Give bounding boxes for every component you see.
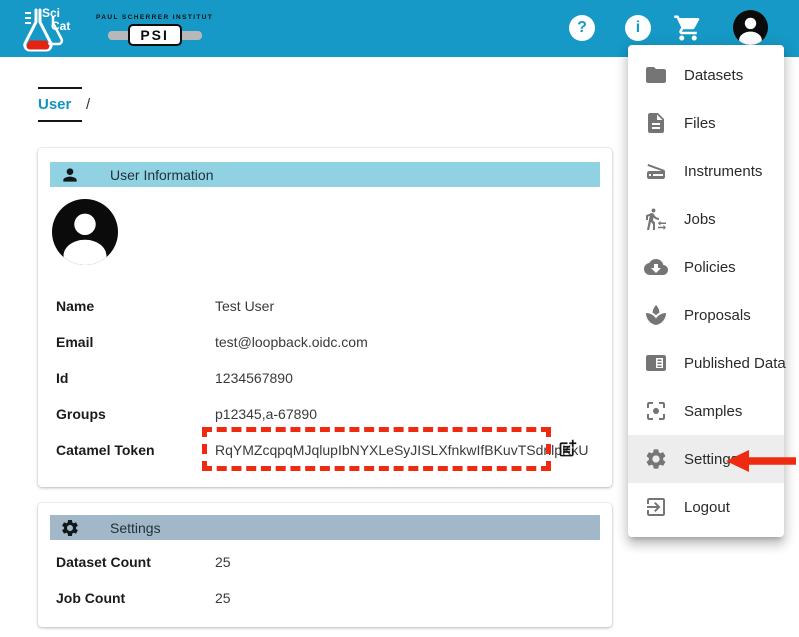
menu-item-label: Jobs xyxy=(684,211,716,228)
gear-icon xyxy=(644,447,668,471)
settings-card-header: Settings xyxy=(50,515,600,540)
breadcrumb-separator: / xyxy=(86,96,90,113)
menu-item-proposals[interactable]: Proposals xyxy=(628,291,784,339)
person-icon xyxy=(60,165,80,185)
menu-item-instruments[interactable]: Instruments xyxy=(628,147,784,195)
menu-item-label: Logout xyxy=(684,499,730,516)
scicat-user-page: Sci Cat PAUL SCHERRER INSTITUT PSI ? i xyxy=(0,0,799,637)
field-row-name: Name Test User xyxy=(38,288,612,324)
field-label: Email xyxy=(56,334,215,350)
field-value: p12345,a-67890 xyxy=(215,406,317,422)
menu-item-label: Published Data xyxy=(684,355,786,372)
breadcrumb-user-link[interactable]: User xyxy=(38,87,82,122)
info-icon[interactable]: i xyxy=(625,15,651,41)
scanner-icon xyxy=(644,159,668,183)
field-row-groups: Groups p12345,a-67890 xyxy=(38,396,612,432)
menu-item-datasets[interactable]: Datasets xyxy=(628,51,784,99)
menu-item-published-data[interactable]: Published Data xyxy=(628,339,784,387)
field-value: 25 xyxy=(215,590,231,606)
field-label: Job Count xyxy=(56,590,215,606)
field-row-email: Email test@loopback.oidc.com xyxy=(38,324,612,360)
menu-item-settings[interactable]: Settings xyxy=(628,435,784,483)
logout-icon xyxy=(644,495,668,519)
menu-item-files[interactable]: Files xyxy=(628,99,784,147)
copy-token-icon[interactable] xyxy=(557,438,578,459)
field-row-dataset-count: Dataset Count 25 xyxy=(38,544,612,580)
field-value: Test User xyxy=(215,298,274,314)
settings-card: Settings Dataset Count 25 Job Count 25 xyxy=(38,503,612,627)
field-value: 1234567890 xyxy=(215,370,293,386)
scicat-logo-icon[interactable]: Sci Cat xyxy=(10,4,80,54)
menu-item-logout[interactable]: Logout xyxy=(628,483,784,531)
user-information-card: User Information Name Test User Email te… xyxy=(38,148,612,487)
field-label: Name xyxy=(56,298,215,314)
menu-item-policies[interactable]: Policies xyxy=(628,243,784,291)
psi-logo[interactable]: PAUL SCHERRER INSTITUT PSI xyxy=(96,14,213,46)
published-data-icon xyxy=(644,351,668,375)
menu-item-label: Policies xyxy=(684,259,736,276)
field-row-job-count: Job Count 25 xyxy=(38,580,612,616)
psi-logo-label: PSI xyxy=(128,24,182,46)
field-label: Id xyxy=(56,370,215,386)
menu-item-label: Samples xyxy=(684,403,742,420)
field-label: Catamel Token xyxy=(56,442,215,458)
menu-item-label: Datasets xyxy=(684,67,743,84)
scicat-logo-text-sci: Sci xyxy=(42,6,60,20)
menu-item-jobs[interactable]: Jobs xyxy=(628,195,784,243)
menu-item-label: Proposals xyxy=(684,307,751,324)
scicat-logo-text-cat: Cat xyxy=(51,19,70,33)
user-information-title: User Information xyxy=(110,167,213,183)
field-row-catamel-token: Catamel Token RqYMZcqpqMJqlupIbNYXLeSyJI… xyxy=(38,432,612,468)
folder-icon xyxy=(644,63,668,87)
menu-item-label: Instruments xyxy=(684,163,762,180)
gear-icon xyxy=(60,518,80,538)
cloud-download-icon xyxy=(644,255,668,279)
field-value: 25 xyxy=(215,554,231,570)
file-icon xyxy=(644,111,668,135)
help-icon[interactable]: ? xyxy=(569,15,595,41)
user-avatar-icon[interactable] xyxy=(733,10,768,45)
profile-avatar xyxy=(52,199,118,265)
settings-title: Settings xyxy=(110,520,161,536)
psi-caption: PAUL SCHERRER INSTITUT xyxy=(96,14,213,21)
field-label: Groups xyxy=(56,406,215,422)
user-dropdown-menu: Datasets Files Instruments Jobs Policies… xyxy=(628,45,784,537)
breadcrumb: User / xyxy=(38,87,90,122)
cart-icon[interactable] xyxy=(673,13,703,43)
spa-leaf-icon xyxy=(644,303,668,327)
walking-person-icon xyxy=(644,207,668,231)
user-information-card-header: User Information xyxy=(50,162,600,187)
field-row-id: Id 1234567890 xyxy=(38,360,612,396)
menu-item-samples[interactable]: Samples xyxy=(628,387,784,435)
center-focus-icon xyxy=(644,399,668,423)
menu-item-label: Files xyxy=(684,115,716,132)
field-value: test@loopback.oidc.com xyxy=(215,334,368,350)
catamel-token-value: RqYMZcqpqMJqlupIbNYXLeSyJISLXfnkwIfBKuvT… xyxy=(215,442,589,458)
menu-item-label: Settings xyxy=(684,451,738,468)
field-label: Dataset Count xyxy=(56,554,215,570)
